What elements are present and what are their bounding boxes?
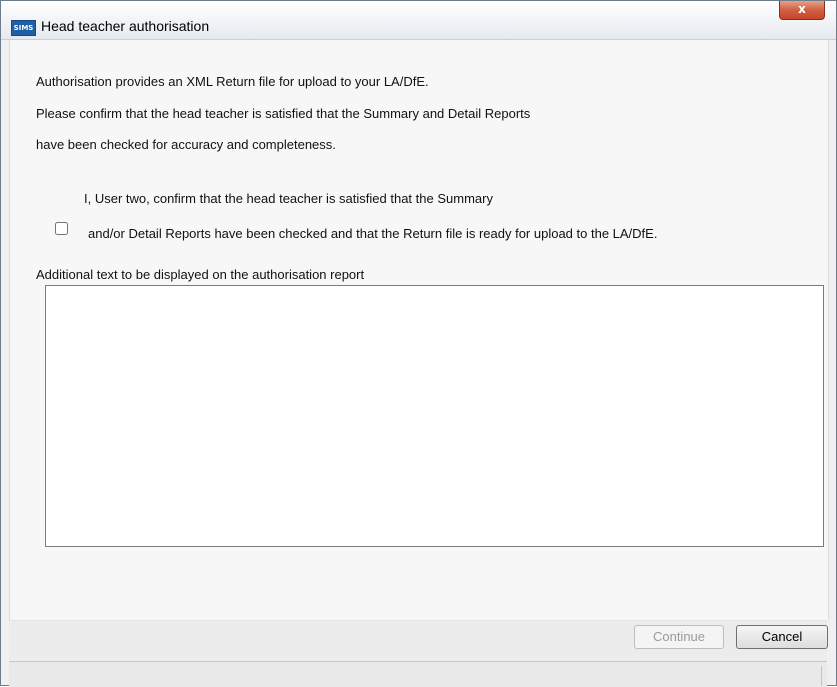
status-bar xyxy=(9,661,827,687)
intro-text: Authorisation provides an XML Return fil… xyxy=(36,74,429,89)
status-bar-divider xyxy=(821,666,822,686)
title-bar[interactable]: SIMS Head teacher authorisation x xyxy=(1,1,836,40)
window-title: Head teacher authorisation xyxy=(41,18,210,34)
confirm-checkbox[interactable] xyxy=(55,222,68,235)
checkbox-label-line-2[interactable]: and/or Detail Reports have been checked … xyxy=(88,226,657,241)
sims-app-icon: SIMS xyxy=(11,20,36,36)
confirm-text-line-1: Please confirm that the head teacher is … xyxy=(36,106,531,121)
cancel-button[interactable]: Cancel xyxy=(736,625,828,649)
additional-text-field[interactable] xyxy=(45,285,824,547)
continue-button[interactable]: Continue xyxy=(634,625,724,649)
confirm-text-line-2: have been checked for accuracy and compl… xyxy=(36,137,336,152)
additional-text-label: Additional text to be displayed on the a… xyxy=(36,267,365,282)
close-button[interactable]: x xyxy=(779,1,825,20)
dialog-window: SIMS Head teacher authorisation x Author… xyxy=(0,0,837,687)
checkbox-label-line-1[interactable]: I, User two, confirm that the head teach… xyxy=(84,191,493,206)
